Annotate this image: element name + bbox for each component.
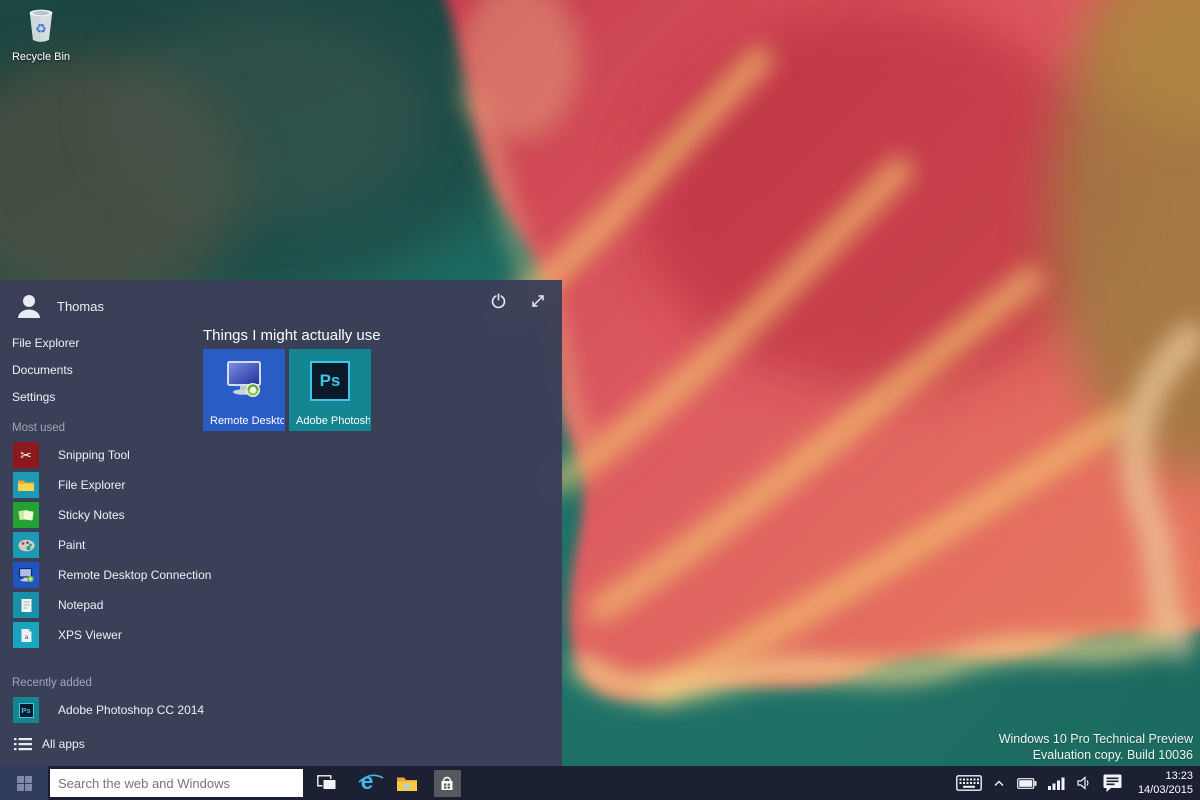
- network-signal-icon: [1048, 777, 1065, 790]
- photoshop-tile-icon: Ps: [289, 361, 371, 401]
- app-item-remote-desktop-connection[interactable]: Remote Desktop Connection: [13, 560, 293, 590]
- paint-icon: [13, 532, 39, 558]
- snipping-tool-icon: ✂: [13, 442, 39, 468]
- expand-start-button[interactable]: [529, 292, 546, 309]
- internet-explorer-button[interactable]: e: [347, 766, 387, 800]
- svg-text:a: a: [24, 634, 28, 641]
- touch-keyboard-button[interactable]: [951, 766, 987, 800]
- all-apps-label: All apps: [42, 737, 85, 751]
- user-name: Thomas: [57, 299, 104, 314]
- tile-adobe-photoshop[interactable]: Ps Adobe Photoshop: [289, 349, 371, 431]
- start-menu: Thomas File Explorer Documents Settings: [0, 280, 562, 766]
- power-icon: [490, 292, 507, 309]
- action-center-button[interactable]: [1097, 766, 1129, 800]
- file-explorer-icon: [13, 472, 39, 498]
- windows-store-button[interactable]: [427, 766, 467, 800]
- tile-group-heading: Things I might actually use: [203, 327, 381, 344]
- clock[interactable]: 13:23 14/03/2015: [1138, 769, 1193, 798]
- desktop: ♻ Recycle Bin Windows 10 Pro Technical P…: [0, 0, 1200, 800]
- volume-button[interactable]: [1071, 766, 1097, 800]
- volume-icon: [1077, 776, 1091, 790]
- windows-logo-icon: [17, 776, 32, 791]
- app-item-xps-viewer[interactable]: a XPS Viewer: [13, 620, 293, 650]
- recycle-bin-icon: ♻: [24, 6, 58, 44]
- file-explorer-button[interactable]: [387, 766, 427, 800]
- power-button[interactable]: [490, 292, 507, 309]
- all-apps-button[interactable]: All apps: [14, 733, 85, 755]
- user-account[interactable]: Thomas: [14, 291, 104, 321]
- task-view-button[interactable]: [307, 766, 347, 800]
- sidebar-item-settings[interactable]: Settings: [12, 387, 55, 407]
- tile-label: Remote Desktop: [210, 415, 284, 427]
- battery-button[interactable]: [1011, 766, 1043, 800]
- search-input[interactable]: [50, 769, 303, 797]
- recycle-bin[interactable]: ♻ Recycle Bin: [8, 6, 74, 63]
- svg-text:♻: ♻: [35, 22, 47, 37]
- watermark-line2: Evaluation copy. Build 10036: [999, 747, 1193, 763]
- app-item-snipping-tool[interactable]: ✂ Snipping Tool: [13, 440, 293, 470]
- sidebar-item-file-explorer[interactable]: File Explorer: [12, 333, 79, 353]
- file-explorer-icon: [396, 775, 418, 792]
- internet-explorer-icon: e: [361, 771, 374, 795]
- start-button[interactable]: [0, 766, 48, 800]
- tile-remote-desktop[interactable]: Remote Desktop: [203, 349, 285, 431]
- battery-icon: [1017, 778, 1037, 789]
- resize-diagonal-arrow-icon: [530, 293, 546, 309]
- hidden-icons-button[interactable]: [987, 766, 1011, 800]
- app-item-sticky-notes[interactable]: Sticky Notes: [13, 500, 293, 530]
- user-avatar-icon: [14, 291, 44, 321]
- task-view-icon: [317, 775, 337, 791]
- recently-added-heading: Recently added: [12, 677, 92, 689]
- most-used-heading: Most used: [12, 422, 65, 434]
- notepad-icon: [13, 592, 39, 618]
- taskbar-search: [50, 769, 303, 797]
- action-center-icon: [1103, 774, 1122, 792]
- keyboard-icon: [956, 775, 982, 791]
- hidden-icons-chevron-icon: [994, 780, 1004, 787]
- recycle-bin-label: Recycle Bin: [8, 51, 74, 63]
- remote-desktop-tile-icon: [203, 361, 285, 401]
- watermark-line1: Windows 10 Pro Technical Preview: [999, 731, 1193, 747]
- app-item-notepad[interactable]: Notepad: [13, 590, 293, 620]
- tile-label: Adobe Photoshop: [296, 415, 370, 427]
- remote-desktop-icon: [13, 562, 39, 588]
- windows-store-icon: [434, 770, 461, 797]
- network-button[interactable]: [1043, 766, 1071, 800]
- taskbar: e: [0, 766, 1200, 800]
- sticky-notes-icon: [13, 502, 39, 528]
- app-item-adobe-photoshop[interactable]: Ps Adobe Photoshop CC 2014: [13, 695, 293, 725]
- all-apps-list-icon: [14, 737, 32, 752]
- clock-time: 13:23: [1138, 769, 1193, 783]
- sidebar-item-documents[interactable]: Documents: [12, 360, 73, 380]
- xps-viewer-icon: a: [13, 622, 39, 648]
- app-item-file-explorer[interactable]: File Explorer: [13, 470, 293, 500]
- watermark: Windows 10 Pro Technical Preview Evaluat…: [999, 731, 1193, 763]
- clock-date: 14/03/2015: [1138, 783, 1193, 797]
- photoshop-icon: Ps: [13, 697, 39, 723]
- app-item-paint[interactable]: Paint: [13, 530, 293, 560]
